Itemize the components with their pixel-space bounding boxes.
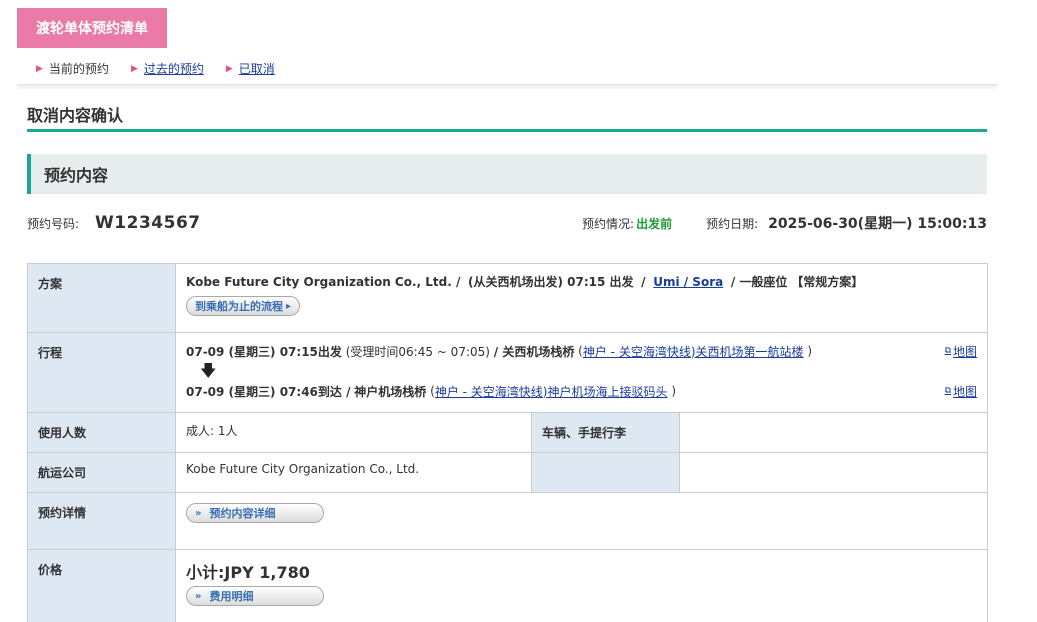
table-row-carrier: 航运公司 Kobe Future City Organization Co., … [27,452,989,493]
plan-seat: / 一般座位 [730,275,788,289]
boarding-flow-button[interactable]: 到乘船为止的流程 ▸ [186,296,301,316]
reservation-detail-label: 预约内容详细 [209,507,276,520]
vehicle-value [678,412,989,453]
departure-line: 07-09 (星期三) 07:15出发 (受理时间06:45 ~ 07:05) … [186,342,977,360]
details-value: » 预约内容详细 [174,492,989,550]
page-tab-title: 渡轮单体预约清单 [17,8,167,48]
external-window-icon: ⧉ [944,346,951,356]
carrier-empty-value [678,452,989,493]
reservation-summary: 预约号码: W1234567 预约情况: 出发前 预约日期: 2025-06-3… [27,212,987,234]
section-divider [27,129,987,132]
reservation-date: 2025-06-30(星期一) 15:00:13 [768,216,987,232]
vehicle-label: 车辆、手提行李 [531,412,680,453]
departure-datetime: 07-09 (星期三) 07:15出发 [186,344,342,359]
arrow-down-icon: 🡇 [200,361,217,380]
departure-accept-time: (受理时间06:45 ~ 07:05) [345,344,490,359]
carrier-empty-header [531,452,680,493]
plan-value: Kobe Future City Organization Co., Ltd. … [174,263,989,333]
chevron-right-icon: ▸ [286,300,292,312]
departure-terminal-link[interactable]: 神户 - 关空海湾快线)关西机场第一航站楼 [583,343,804,360]
arrival-paren-close: ) [671,384,676,398]
departure-map-label: 地图 [953,344,978,359]
subnav-item-cancelled[interactable]: ▶ 已取消 [226,60,275,77]
status-label: 预约情况: [582,216,635,231]
triangle-right-icon: ▶ [36,63,43,74]
carrier-label: 航运公司 [27,452,176,493]
departure-map-link[interactable]: ⧉ 地图 [945,343,977,360]
price-value: 小计:JPY 1,780 » 费用明细 [174,549,989,622]
reservation-meta: 预约情况: 出发前 预约日期: 2025-06-30(星期一) 15:00:13 [582,213,987,233]
arrival-map-label: 地图 [953,384,978,399]
fee-detail-button[interactable]: » 费用明细 [186,586,324,606]
table-row-plan: 方案 Kobe Future City Organization Co., Lt… [27,263,989,333]
double-chevron-down-icon: » [195,507,202,519]
table-row-details: 预约详情 » 预约内容详细 [27,492,989,550]
passengers-label: 使用人数 [27,412,176,453]
triangle-right-icon: ▶ [130,63,138,74]
reservation-detail-button[interactable]: » 预约内容详细 [186,503,324,523]
itinerary-value: 07-09 (星期三) 07:15出发 (受理时间06:45 ~ 07:05) … [174,332,989,413]
section-title: 取消内容确认 [27,106,124,125]
reservation-number-label: 预约号码: [27,216,80,231]
arrival-datetime: 07-09 (星期三) 07:46到达 / [186,384,351,399]
subnav-item-current[interactable]: ▶ 当前的预约 [36,60,109,77]
subnav-divider [17,84,997,89]
details-label: 预约详情 [27,492,176,550]
passengers-value: 成人: 1人 [175,412,532,453]
ship-link[interactable]: Umi / Sora [653,275,723,289]
boarding-flow-label: 到乘船为止的流程 [195,300,283,313]
subnav-item-past[interactable]: ▶ 过去的预约 [131,60,204,77]
arrival-line: 07-09 (星期三) 07:46到达 / 神户机场栈桥 ( 神户 - 关空海湾… [186,382,977,400]
triangle-right-icon: ▶ [225,63,233,74]
subnav-current-label: 当前的预约 [48,62,109,76]
date-label: 预约日期: [706,216,759,231]
arrival-port: 神户机场栈桥 [354,384,427,399]
status-badge: 出发前 [636,216,673,231]
departure-paren-close: ) [807,344,813,358]
carrier-value: Kobe Future City Organization Co., Ltd. [175,452,532,493]
reservation-detail-table: 方案 Kobe Future City Organization Co., Lt… [27,263,989,622]
fee-detail-label: 费用明细 [209,590,254,603]
price-subtotal: 小计:JPY 1,780 [186,563,310,582]
table-row-itinerary: 行程 07-09 (星期三) 07:15出发 (受理时间06:45 ~ 07:0… [27,332,989,413]
reservation-subnav: ▶ 当前的预约 ▶ 过去的预约 ▶ 已取消 [36,60,275,77]
plan-type: 【常规方案】 [791,275,864,289]
itinerary-label: 行程 [27,332,176,413]
table-row-price: 价格 小计:JPY 1,780 » 费用明细 [27,549,989,622]
plan-company: Kobe Future City Organization Co., Ltd. … [186,275,461,289]
arrival-terminal-link[interactable]: 神户 - 关空海湾快线)神户机场海上接驳码头 [435,383,668,400]
plan-separator: / [641,275,646,289]
external-window-icon: ⧉ [944,386,951,396]
double-chevron-down-icon: » [195,590,202,602]
plan-depart-info: (从关西机场出发) 07:15 出发 [468,275,634,289]
departure-port: / 关西机场栈桥 [493,344,575,359]
price-label: 价格 [27,549,176,622]
table-row-passengers: 使用人数 成人: 1人 车辆、手提行李 [27,412,989,453]
subnav-past-link[interactable]: 过去的预约 [144,60,204,77]
plan-label: 方案 [27,263,176,333]
reservation-subheader: 预约内容 [27,154,987,194]
subnav-cancelled-link[interactable]: 已取消 [239,60,275,77]
arrival-map-link[interactable]: ⧉ 地图 [945,383,977,400]
reservation-number: W1234567 [95,213,201,233]
